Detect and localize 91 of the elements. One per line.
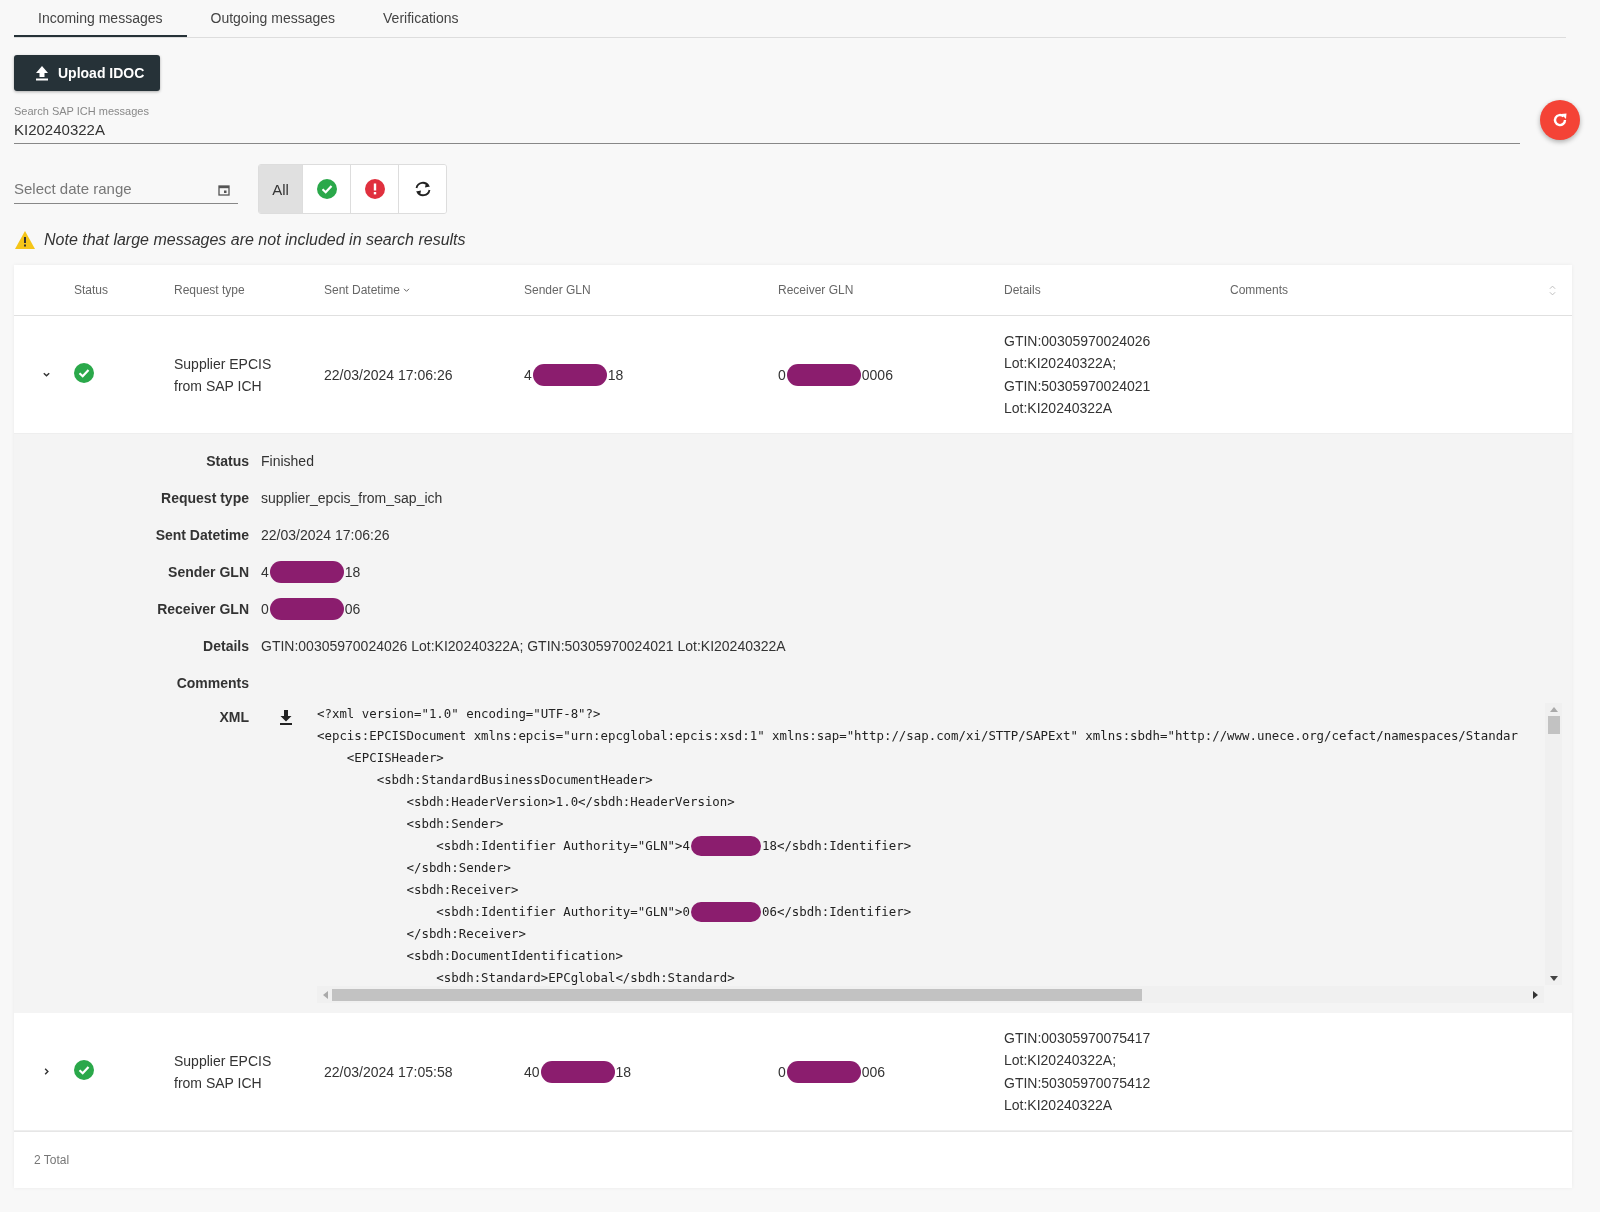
column-header[interactable]: Comments [1230,283,1288,297]
column-header[interactable]: Request type [174,283,245,297]
detail-value: 0 [261,600,269,617]
error-filter-button[interactable] [350,165,398,213]
tab[interactable]: Verifications [359,0,483,37]
total-count: 2 Total [34,1153,70,1167]
code-line: </sbdh:Receiver> [405,925,526,943]
column-header[interactable]: Status [74,283,109,297]
table-cell-text: 22/03/2024 17:06:26 [324,366,454,383]
pending-filter-button[interactable] [398,165,446,213]
detail-label: Request type [160,489,249,506]
detail-value: 4 [261,563,269,580]
column-header[interactable]: Sent Datetime [324,283,401,297]
detail-label: Details [202,637,249,654]
calendar-icon [218,184,230,196]
tab[interactable]: Incoming messages [14,0,187,37]
success-icon [74,1060,94,1080]
code-line: 06</sbdh:Identifier> [762,903,912,921]
table-cell: 0006 [861,366,893,383]
detail-value: 06 [344,600,361,617]
success-icon [74,363,94,383]
chevron-down-icon[interactable] [41,370,51,379]
search-field[interactable]: KI20240322A [14,117,1520,144]
table-cell-text: GTIN:50305970075412 [1004,1073,1152,1093]
detail-label: Sent Datetime [154,526,249,543]
warning-icon [14,230,36,250]
table-cell-text: 22/03/2024 17:05:58 [324,1063,454,1080]
success-filter-button[interactable] [302,165,350,213]
table-cell-text: Supplier EPCIS from SAP ICH [174,354,273,396]
detail-label: XML [218,708,249,725]
table-cell-text: Lot:KI20240322A; [1004,354,1118,373]
code-line: <sbdh:Identifier Authority="GLN">0 [435,903,690,921]
table-cell-text: Lot:KI20240322A [1004,399,1114,418]
code-line: <EPCISHeader> [345,749,444,767]
table-cell: 40 [524,1063,540,1080]
scroll-down-icon[interactable] [1549,976,1558,981]
scrollbar-thumb[interactable] [332,988,1142,1001]
detail-label: Receiver GLN [156,600,249,617]
redaction-mark [691,836,761,856]
code-line: <?xml version="1.0" encoding="UTF-8"?> [317,705,601,723]
column-header[interactable]: Sender GLN [524,283,591,297]
table-cell-text: Lot:KI20240322A [1004,1096,1114,1115]
code-line: <sbdh:DocumentIdentification> [405,947,623,965]
code-line: </sbdh:Sender> [405,859,511,877]
table-cell: 006 [861,1063,886,1080]
table-cell-text: GTIN:50305970024021 [1004,376,1152,396]
code-line: <epcis:EPCISDocument xmlns:epcis="urn:epcglobal:epcis:xsd:1" xmlns:sap="http://sap.com/xi/STTP/SAPExt" xmlns:sbdh="http://www.unece.org/cefact/namespaces/Standar [317,727,1519,745]
column-header[interactable]: Details [1004,283,1041,297]
detail-value: 22/03/2024 17:06:26 [261,526,390,543]
table-cell: 4 [524,366,532,383]
column-header[interactable]: Receiver GLN [778,283,854,297]
scroll-up-icon[interactable] [1549,707,1558,712]
code-line: 18</sbdh:Identifier> [762,837,912,855]
table-cell-text: Supplier EPCIS from SAP ICH [174,1051,273,1093]
table-cell-text: GTIN:00305970075417 [1004,1028,1152,1048]
code-line: <sbdh:HeaderVersion>1.0</sbdh:HeaderVersion> [405,793,735,811]
code-line: <sbdh:Sender> [405,815,504,833]
detail-value: 18 [344,563,361,580]
redaction-mark [691,902,761,922]
download-icon[interactable] [279,709,293,725]
table-cell: 18 [615,1063,632,1080]
table-cell: 0 [778,366,786,383]
detail-label: Sender GLN [167,563,249,580]
code-line: <sbdh:Receiver> [405,881,519,899]
detail-label: Status [205,452,249,469]
upload-icon [34,65,50,81]
scroll-right-icon[interactable] [1533,990,1538,999]
table-cell: 18 [607,366,624,383]
table-cell: 0 [778,1063,786,1080]
upload-button[interactable]: Upload IDOC [14,55,161,91]
table-cell-text: Lot:KI20240322A; [1004,1051,1118,1070]
check-circle-icon [316,179,337,199]
note-text: Note that large messages are not included in search results [44,231,466,249]
scroll-left-icon[interactable] [323,990,328,999]
horizontal-scrollbar[interactable] [317,986,1544,1003]
detail-value: Finished [261,452,314,469]
table-cell-text: GTIN:00305970024026 [1004,331,1152,351]
date-range-field[interactable]: Select date range [14,174,238,204]
code-line: <sbdh:Standard>EPCglobal</sbdh:Standard> [435,969,735,985]
search-label: Search SAP ICH messages [14,105,149,117]
all-filter-button[interactable]: All [259,165,302,213]
detail-value: GTIN:00305970024026 Lot:KI20240322A; GTIN:50305970024021 Lot:KI20240322A [261,637,786,654]
scrollbar-thumb[interactable] [1547,716,1560,734]
code-line: <sbdh:Identifier Authority="GLN">4 [435,837,690,855]
detail-value: supplier_epcis_from_sap_ich [261,489,443,506]
tab[interactable]: Outgoing messages [186,0,360,37]
exclamation-circle-icon [364,179,385,199]
refresh-button[interactable] [1540,99,1580,140]
code-line: <sbdh:StandardBusinessDocumentHeader> [375,771,653,789]
detail-label: Comments [175,674,249,691]
vertical-scrollbar[interactable] [1545,703,1562,985]
